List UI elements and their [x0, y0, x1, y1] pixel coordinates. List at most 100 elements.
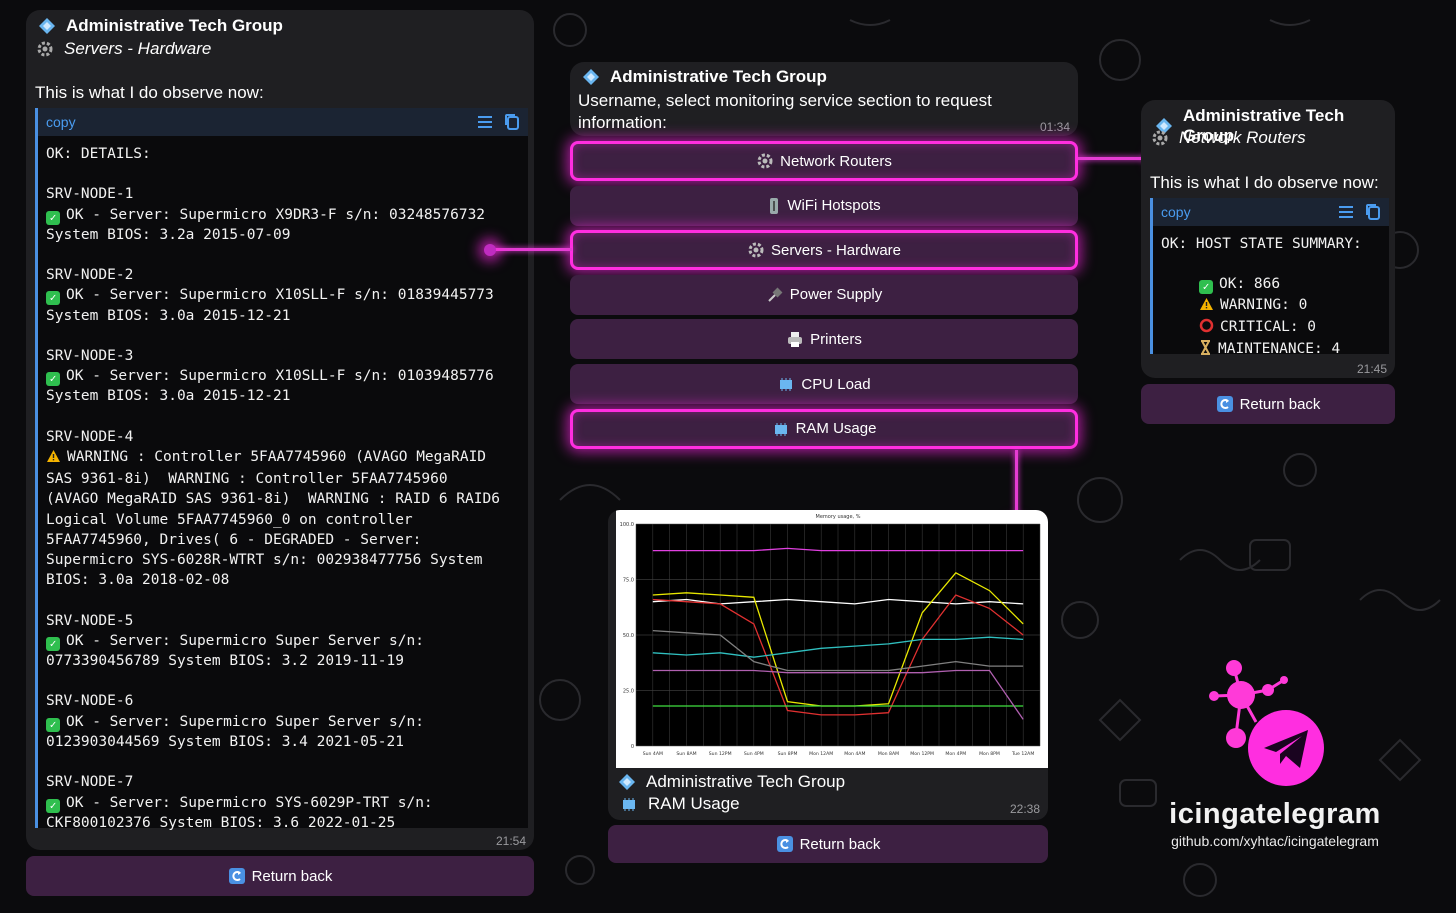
- code-line-text: 5FAA7745960, Drives( 6 - DEGRADED - Serv…: [46, 531, 422, 548]
- code-line: SAS 9361-8i) WARNING : Controller 5FAA77…: [46, 469, 520, 489]
- x-tick-label: Mon 8AM: [878, 751, 899, 757]
- menu-button-ram-usage[interactable]: RAM Usage: [570, 408, 1078, 449]
- menu-button-label: RAM Usage: [795, 420, 877, 438]
- menu-button-label: Power Supply: [789, 286, 883, 304]
- copy-icon[interactable]: [1365, 203, 1381, 221]
- code-line: [46, 752, 520, 772]
- code-line: ✓ OK - Server: Supermicro Super Server s/…: [46, 712, 520, 732]
- connector-line: [490, 248, 572, 251]
- y-tick-label: 0: [631, 744, 634, 750]
- code-line: Logical Volume 5FAA7745960_0 on controll…: [46, 510, 520, 530]
- code-line-text: Logical Volume 5FAA7745960_0 on controll…: [46, 511, 413, 528]
- code-line: ✓ OK - Server: Supermicro X10SLL-F s/n: 0…: [46, 285, 520, 306]
- ram-chart-svg: 0 25.0 50.0 75.0 100.0 Sun 4AM Sun 8AM Sun 12PM…: [620, 514, 1041, 757]
- code-line: SRV-NODE-2: [46, 265, 520, 285]
- return-icon: [228, 868, 245, 884]
- diamond-icon: [583, 69, 599, 85]
- group-title: Administrative Tech Group: [610, 67, 827, 86]
- summary-row: ✓ OK: 866: [1161, 274, 1381, 295]
- connector-dot: [484, 244, 496, 256]
- return-back-button[interactable]: Return back: [1141, 384, 1395, 424]
- code-line: 0773390456789 System BIOS: 3.2 2019-11-1…: [46, 651, 520, 671]
- code-line-text: System BIOS: 3.0a 2015-12-21: [46, 388, 291, 405]
- ram-chart: 0 25.0 50.0 75.0 100.0 Sun 4AM Sun 8AM Sun 12PM…: [616, 510, 1048, 768]
- return-back-button[interactable]: Return back: [26, 856, 534, 896]
- check-icon: ✓: [1199, 280, 1213, 295]
- brand-url[interactable]: github.com/xyhtac/icingatelegram: [1150, 833, 1400, 849]
- menu-button-cpu-load[interactable]: CPU Load: [570, 364, 1078, 404]
- code-line: WARNING : Controller 5FAA7745960 (AVAGO …: [46, 447, 520, 469]
- code-line: [46, 590, 520, 610]
- code-line: ✓ OK - Server: Supermicro Super Server s/…: [46, 631, 520, 651]
- code-line-text: SAS 9361-8i) WARNING : Controller 5FAA77…: [46, 471, 448, 488]
- code-line: System BIOS: 3.0a 2015-12-21: [46, 306, 520, 326]
- servers-hardware-message: Administrative Tech Group Servers - Hard…: [26, 10, 534, 850]
- hourglass-icon: [1199, 340, 1212, 361]
- red-circle-icon: [1199, 318, 1214, 339]
- copy-icon[interactable]: [504, 113, 520, 131]
- brand-name: icingatelegram: [1169, 798, 1381, 830]
- telegram-logo-icon: [1209, 660, 1324, 786]
- code-line-text: SRV-NODE-7: [46, 774, 134, 791]
- x-tick-label: Sun 4AM: [643, 751, 663, 757]
- code-line-text: 0773390456789 System BIOS: 3.2 2019-11-1…: [46, 653, 404, 670]
- message-time: 21:54: [495, 834, 526, 848]
- gear-icon: [1152, 130, 1168, 146]
- code-line: ✓ OK - Server: Supermicro X10SLL-F s/n: 0…: [46, 366, 520, 387]
- menu-button-label: Network Routers: [780, 152, 892, 170]
- menu-icon[interactable]: [1337, 204, 1355, 220]
- menu-button-servers-hardware[interactable]: Servers - Hardware: [570, 230, 1078, 271]
- code-line-text: SRV-NODE-5: [46, 612, 134, 629]
- copy-label[interactable]: copy: [46, 114, 76, 130]
- code-line-text: OK - Server: Supermicro X10SLL-F s/n: 01…: [66, 368, 494, 385]
- menu-button-printers[interactable]: Printers: [570, 319, 1078, 360]
- code-line: ✓ OK - Server: Supermicro SYS-6029P-TRT s…: [46, 793, 520, 813]
- x-tick-label: Mon 8PM: [979, 751, 1000, 757]
- copy-label[interactable]: copy: [1161, 204, 1191, 220]
- code-line: SRV-NODE-1: [46, 184, 520, 204]
- return-icon: [1216, 396, 1233, 412]
- x-tick-label: Mon 4AM: [844, 751, 865, 757]
- code-line: SRV-NODE-5: [46, 611, 520, 631]
- diamond-icon: [39, 18, 55, 34]
- code-line-text: Supermicro SYS-6028R-WTRT s/n: 002938477…: [46, 552, 483, 569]
- return-back-button[interactable]: Return back: [608, 825, 1048, 863]
- return-back-label: Return back: [251, 867, 333, 885]
- check-icon: ✓: [46, 291, 60, 306]
- code-line-text: OK - Server: Supermicro X9DR3-F s/n: 032…: [66, 206, 486, 223]
- code-line-text: 0123903044569 System BIOS: 3.4 2021-05-2…: [46, 733, 404, 750]
- code-line: Supermicro SYS-6028R-WTRT s/n: 002938477…: [46, 550, 520, 570]
- return-back-label: Return back: [1239, 395, 1321, 413]
- code-block: copy OK: DETAILS: SRV-NODE-1 ✓ OK - Server…: [35, 108, 528, 831]
- warning-icon: [46, 449, 61, 469]
- summary-text: WARNING: 0: [1220, 296, 1308, 313]
- group-title: Administrative Tech Group: [646, 772, 846, 791]
- section-subtitle: Network Routers: [1179, 128, 1306, 147]
- ram-usage-message: 0 25.0 50.0 75.0 100.0 Sun 4AM Sun 8AM Sun 12PM…: [608, 510, 1048, 820]
- chip-icon: [777, 375, 795, 393]
- x-tick-label: Mon 12AM: [809, 751, 833, 757]
- gear-icon: [37, 41, 53, 57]
- x-tick-label: Sun 12PM: [709, 751, 732, 757]
- menu-button-wifi-hotspots[interactable]: WiFi Hotspots: [570, 185, 1078, 226]
- code-line: BIOS: 3.0a 2018-02-08: [46, 570, 520, 590]
- code-line: SRV-NODE-3: [46, 346, 520, 366]
- code-line: System BIOS: 3.2a 2015-07-09: [46, 225, 520, 245]
- menu-button-power-supply[interactable]: Power Supply: [570, 274, 1078, 315]
- check-icon: ✓: [46, 636, 60, 651]
- menu-icon[interactable]: [476, 114, 494, 130]
- x-tick-label: Mon 12PM: [910, 751, 934, 757]
- code-header: copy: [38, 108, 528, 136]
- summary-text: OK: 866: [1219, 276, 1281, 293]
- summary-text: MAINTENANCE: 4: [1218, 341, 1341, 358]
- warning-icon: [1199, 297, 1214, 317]
- chip-icon: [772, 420, 790, 438]
- menu-button-network-routers[interactable]: Network Routers: [570, 141, 1078, 181]
- summary-row: CRITICAL: 0: [1161, 317, 1381, 339]
- code-block: copy OK: HOST STATE SUMMARY: ✓ OK: 866 WAR…: [1150, 198, 1389, 358]
